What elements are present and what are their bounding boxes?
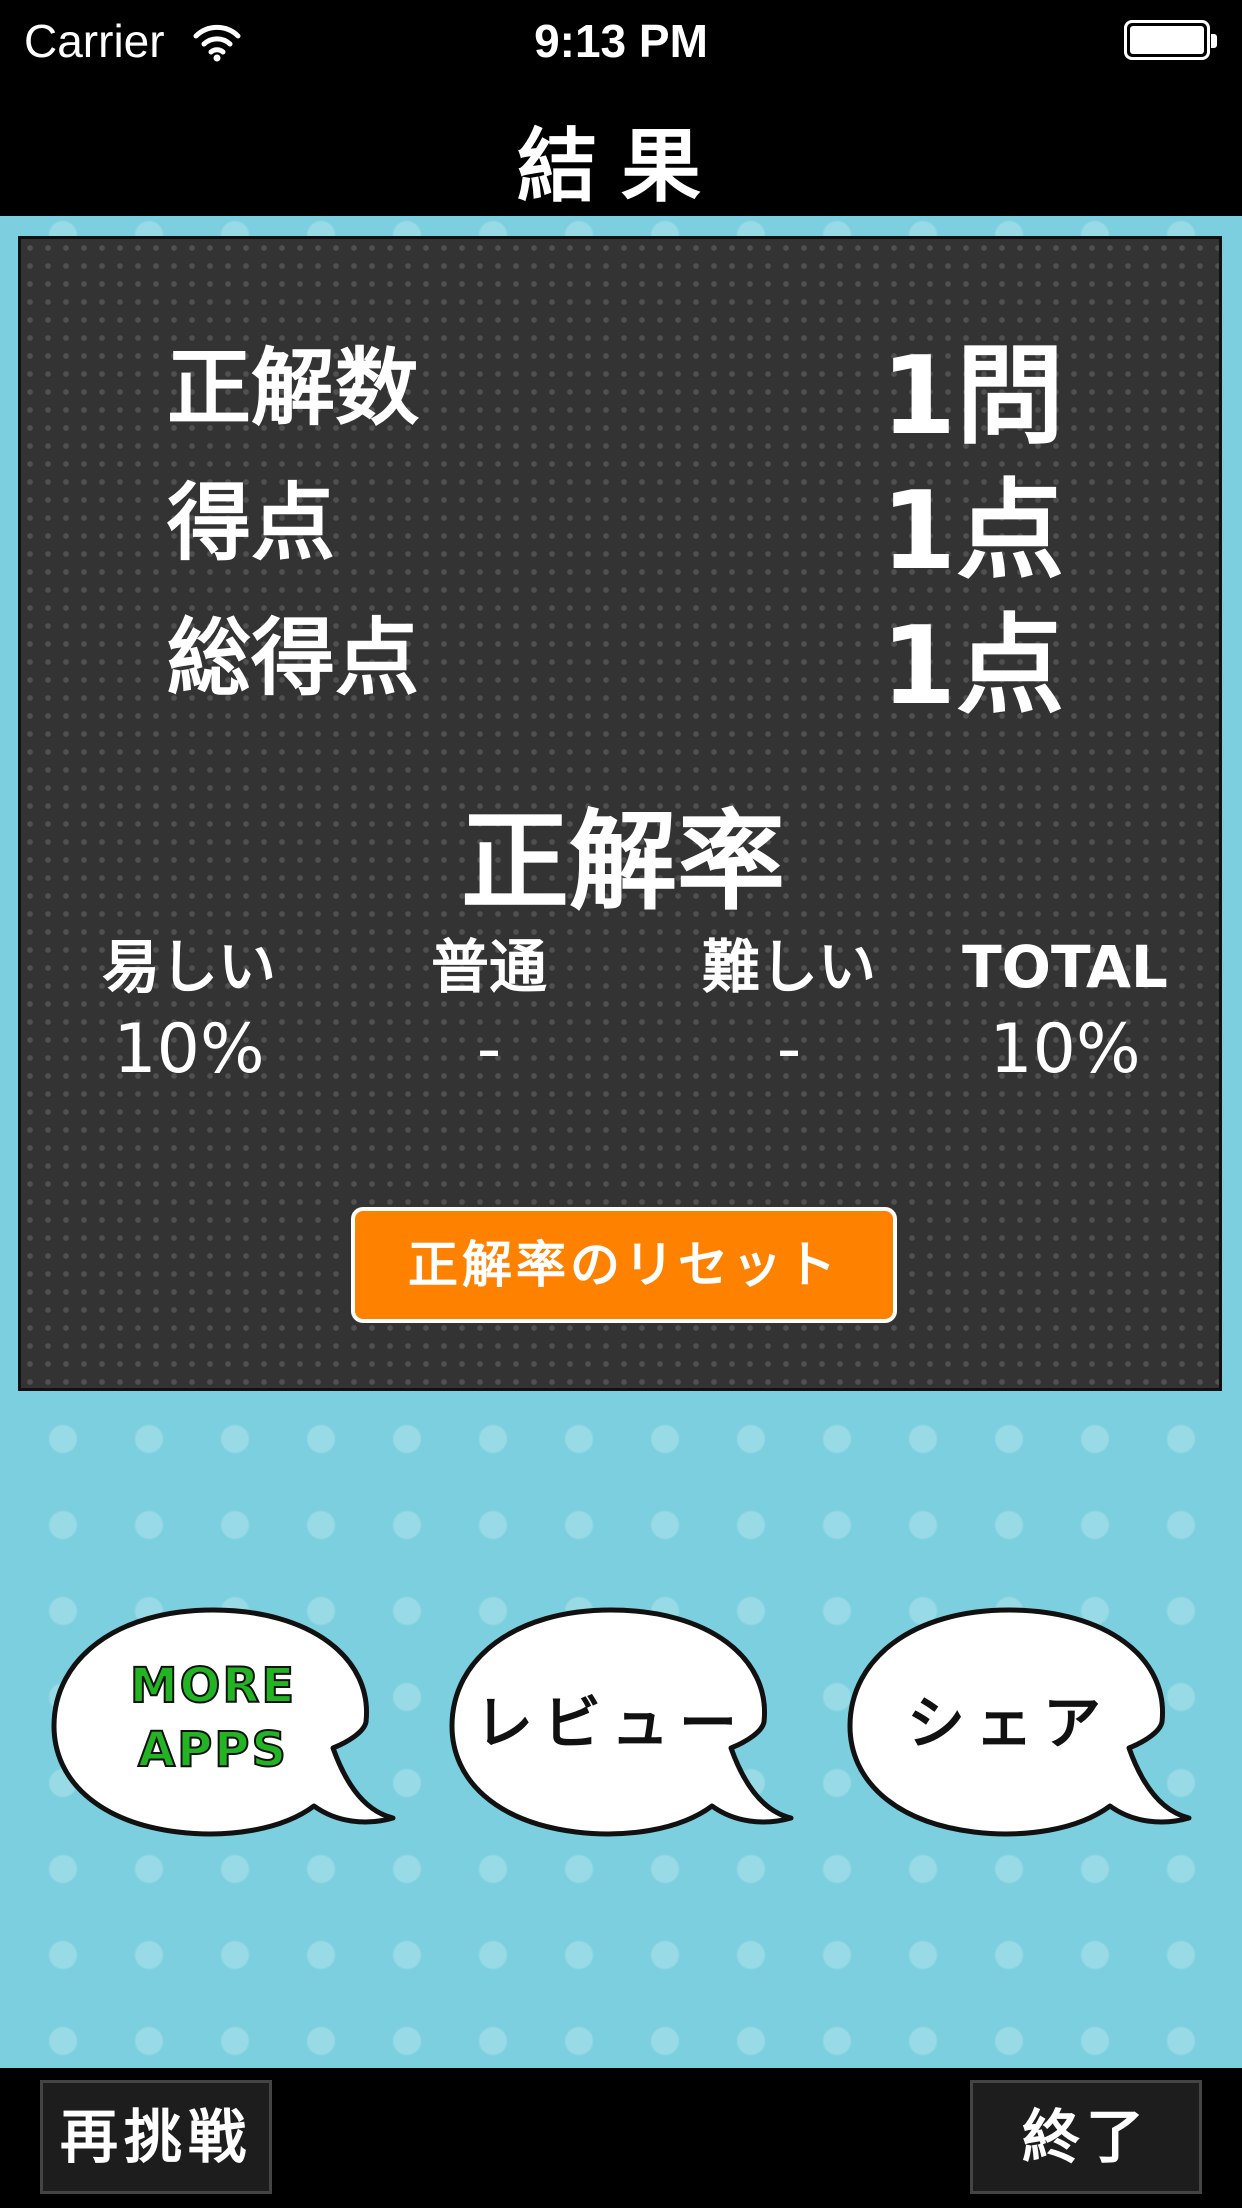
total-score-row: 総得点 1点 <box>21 579 1225 729</box>
total-score-label: 総得点 <box>167 609 420 707</box>
total-score-value: 1点 <box>881 604 1065 729</box>
review-button[interactable]: レビュー <box>446 1600 806 1840</box>
score-value: 1点 <box>881 469 1065 594</box>
score-row: 得点 1点 <box>21 444 1225 594</box>
rate-total-label: TOTAL <box>962 933 1168 1001</box>
rate-hard-value: - <box>776 1010 802 1089</box>
rate-easy: 易しい 10% <box>39 929 339 1095</box>
rate-total-value: 10% <box>989 1010 1141 1089</box>
accuracy-rate-title: 正解率 <box>460 800 785 925</box>
page-title: 結果 <box>517 120 725 213</box>
more-apps-label: MORE APPS <box>129 1657 297 1779</box>
reset-accuracy-button[interactable]: 正解率のリセット <box>351 1207 897 1323</box>
exit-button[interactable]: 終了 <box>970 2080 1202 2194</box>
rate-normal: 普通 - <box>339 929 639 1095</box>
share-button[interactable]: シェア <box>844 1600 1204 1840</box>
correct-count-label: 正解数 <box>167 339 420 437</box>
battery-icon <box>1124 20 1217 60</box>
correct-count-value: 1問 <box>881 334 1065 459</box>
rate-total: TOTAL 10% <box>915 929 1215 1095</box>
rate-easy-value: 10% <box>113 1010 265 1089</box>
score-label: 得点 <box>167 474 336 572</box>
rate-normal-label: 普通 <box>430 933 547 1001</box>
clock: 9:13 PM <box>534 15 708 67</box>
rate-hard: 難しい - <box>639 929 939 1095</box>
rate-easy-label: 易しい <box>101 933 276 1001</box>
more-apps-button[interactable]: MORE APPS <box>48 1600 408 1840</box>
correct-count-row: 正解数 1問 <box>21 309 1225 459</box>
bottom-toolbar: 再挑戦 終了 <box>0 2068 1242 2208</box>
retry-button[interactable]: 再挑戦 <box>40 2080 272 2194</box>
nav-bar: 結果 <box>0 84 1242 216</box>
results-panel: 正解数 1問 得点 1点 総得点 1点 正解率 易しい 10% 普通 - 難しい… <box>18 236 1222 1391</box>
rate-hard-label: 難しい <box>701 933 876 1001</box>
rate-normal-value: - <box>476 1010 502 1089</box>
status-bar: Carrier 9:13 PM <box>0 0 1242 84</box>
review-label: レビュー <box>474 1689 747 1757</box>
share-label: シェア <box>906 1689 1111 1757</box>
